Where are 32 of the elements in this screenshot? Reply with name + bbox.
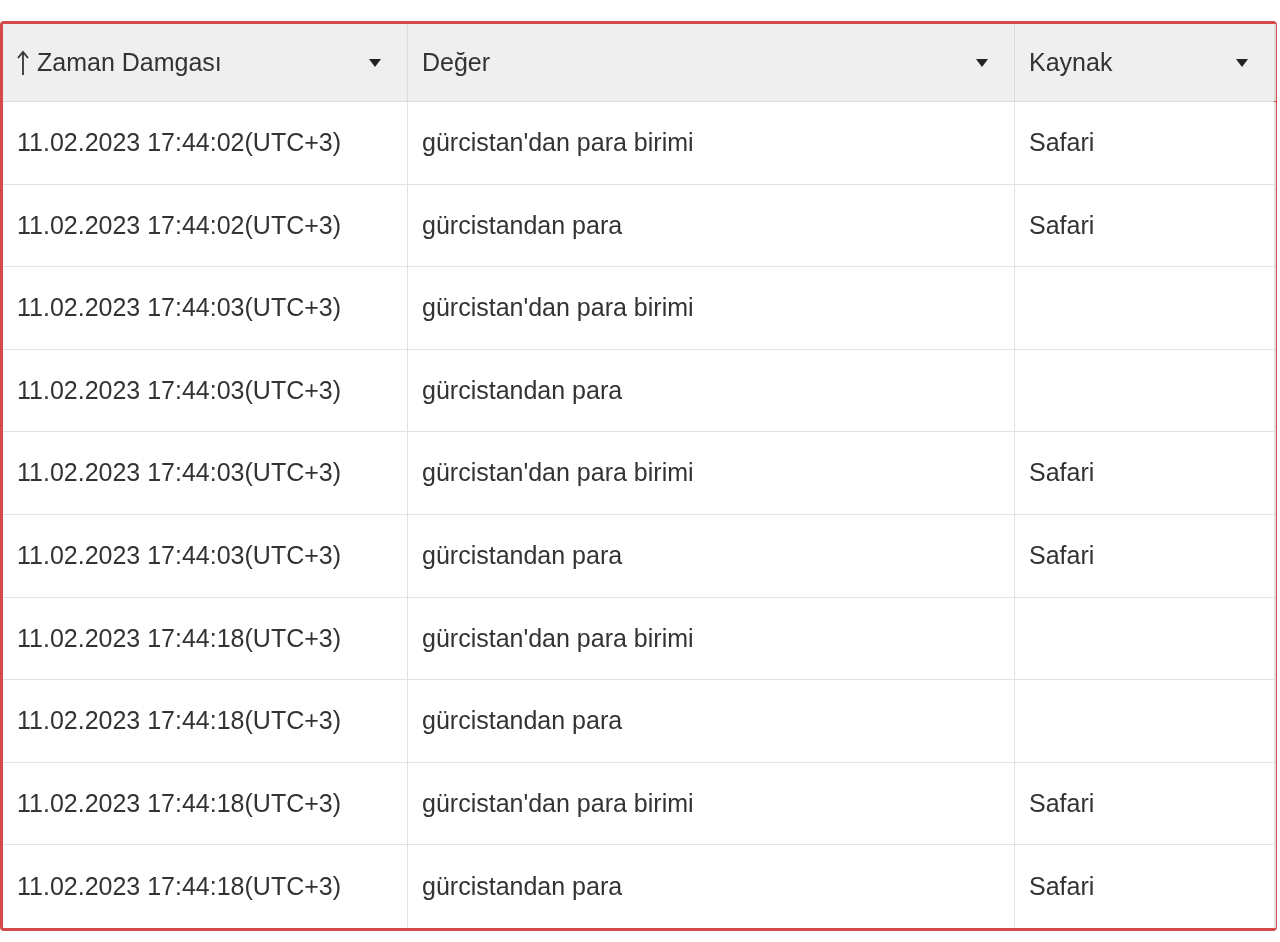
- table-cell-text: 11.02.2023 17:44:18(UTC+3): [17, 705, 342, 737]
- table-cell-text: Safari: [1029, 457, 1095, 489]
- table-cell-text: 11.02.2023 17:44:03(UTC+3): [17, 457, 342, 489]
- table-cell-text: gürcistandan para: [422, 540, 623, 572]
- table-cell-text: 11.02.2023 17:44:02(UTC+3): [17, 127, 342, 159]
- table-cell-text: gürcistan'dan para birimi: [422, 457, 694, 489]
- table-cell-text: 11.02.2023 17:44:03(UTC+3): [17, 374, 342, 406]
- dropdown-icon[interactable]: [369, 58, 381, 67]
- table-cell-text: gürcistandan para: [422, 209, 623, 241]
- table-cell-text: Safari: [1029, 870, 1095, 902]
- table-cell-text: Safari: [1029, 127, 1095, 159]
- table-cell-text: 11.02.2023 17:44:02(UTC+3): [17, 209, 342, 241]
- column-header[interactable]: Kaynak: [1015, 24, 1275, 101]
- table-cell-text: 11.02.2023 17:44:18(UTC+3): [17, 870, 342, 902]
- table-cell-text: 11.02.2023 17:44:18(UTC+3): [17, 622, 342, 654]
- table-cell-text: 11.02.2023 17:44:03(UTC+3): [17, 540, 342, 572]
- table-cell-text: gürcistandan para: [422, 705, 623, 737]
- table-cell-text: 11.02.2023 17:44:03(UTC+3): [17, 292, 342, 324]
- table-cell-text: gürcistandan para: [422, 870, 623, 902]
- table-cell-text: gürcistan'dan para birimi: [422, 292, 694, 324]
- table-cell-text: Safari: [1029, 540, 1095, 572]
- dropdown-icon[interactable]: [976, 58, 988, 67]
- column-header[interactable]: Değer: [408, 24, 1015, 101]
- table-cell-text: gürcistan'dan para birimi: [422, 787, 694, 819]
- table-cell-text: gürcistandan para: [422, 374, 623, 406]
- table-cell-text: Safari: [1029, 787, 1095, 819]
- dropdown-icon[interactable]: [1236, 58, 1248, 67]
- table-cell-text: gürcistan'dan para birimi: [422, 622, 694, 654]
- table-cell-text: Safari: [1029, 209, 1095, 241]
- column-header[interactable]: Zaman Damgası: [3, 24, 408, 101]
- table-cell-text: 11.02.2023 17:44:18(UTC+3): [17, 787, 342, 819]
- table-cell-text: gürcistan'dan para birimi: [422, 127, 694, 159]
